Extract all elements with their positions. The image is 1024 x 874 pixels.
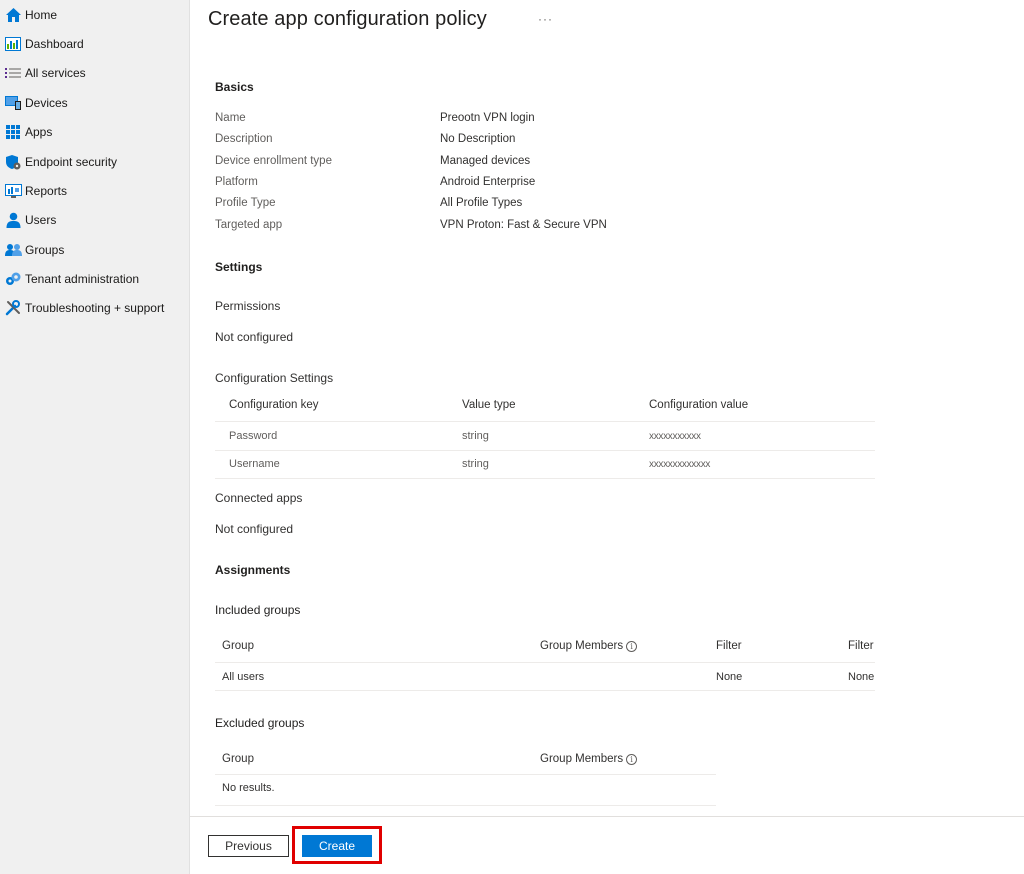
sidebar-item-label: Reports: [25, 184, 68, 198]
column-header-label: Group Members: [540, 753, 624, 765]
sidebar-item-tenant-administration[interactable]: Tenant administration: [0, 268, 189, 290]
config-value-cell: xxxxxxxxxxx: [649, 431, 701, 442]
value-type-cell: string: [462, 458, 489, 470]
basics-targeted-app-label: Targeted app: [215, 219, 283, 231]
basics-enrollment-value: Managed devices: [440, 155, 531, 167]
sidebar-item-label: All services: [25, 66, 86, 80]
basics-heading: Basics: [215, 80, 254, 94]
column-header-filter-mode: Filter: [848, 640, 874, 652]
basics-enrollment-label: Device enrollment type: [215, 155, 332, 167]
sidebar-item-dashboard[interactable]: Dashboard: [0, 33, 189, 55]
user-icon: [4, 211, 22, 229]
apps-grid-icon: [4, 123, 22, 141]
sidebar-item-apps[interactable]: Apps: [0, 121, 189, 143]
filter-mode-cell: None: [848, 671, 875, 683]
info-icon[interactable]: i: [626, 754, 638, 765]
basics-targeted-app-value: VPN Proton: Fast & Secure VPN: [440, 219, 607, 231]
column-header-group-members: Group Members i: [540, 753, 638, 765]
configuration-settings-label: Configuration Settings: [215, 371, 334, 385]
dashboard-icon: [4, 35, 22, 53]
connected-apps-label: Connected apps: [215, 491, 303, 505]
config-value-cell: xxxxxxxxxxxxx: [649, 459, 711, 470]
row-divider: [215, 421, 875, 422]
column-header-group-members: Group Members i: [540, 640, 638, 652]
column-header-label: Group Members: [540, 640, 624, 652]
main-content: Create app configuration policy ··· Basi…: [190, 0, 1024, 874]
row-divider: [215, 805, 716, 806]
row-divider: [215, 690, 875, 691]
sidebar-item-label: Endpoint security: [25, 155, 118, 169]
basics-name-label: Name: [215, 112, 246, 124]
settings-heading: Settings: [215, 260, 263, 274]
column-header-configuration-value: Configuration value: [649, 399, 749, 411]
list-icon: [4, 64, 22, 82]
permissions-label: Permissions: [215, 299, 281, 313]
basics-profile-type-label: Profile Type: [215, 197, 276, 209]
page-title: Create app configuration policy: [208, 8, 487, 30]
connected-apps-value: Not configured: [215, 522, 294, 536]
create-button[interactable]: Create: [302, 835, 372, 857]
sidebar-item-label: Home: [25, 8, 58, 22]
permissions-value: Not configured: [215, 330, 294, 344]
sidebar-item-troubleshooting[interactable]: Troubleshooting + support: [0, 297, 189, 319]
devices-icon: [4, 94, 22, 112]
sidebar-item-label: Groups: [25, 243, 65, 257]
value-type-cell: string: [462, 430, 489, 442]
column-header-value-type: Value type: [462, 399, 516, 411]
sidebar-item-label: Dashboard: [25, 37, 84, 51]
sidebar-item-groups[interactable]: Groups: [0, 239, 189, 261]
sidebar-item-label: Apps: [25, 125, 53, 139]
shield-icon: [4, 153, 22, 171]
basics-platform-value: Android Enterprise: [440, 176, 536, 188]
sidebar-item-reports[interactable]: Reports: [0, 180, 189, 202]
excluded-groups-heading: Excluded groups: [215, 716, 305, 730]
sidebar-item-endpoint-security[interactable]: Endpoint security: [0, 151, 189, 173]
row-divider: [215, 450, 875, 451]
sidebar-nav: Home Dashboard All services Devices Apps…: [0, 0, 190, 874]
basics-profile-type-value: All Profile Types: [440, 197, 523, 209]
sidebar-item-label: Troubleshooting + support: [25, 301, 165, 315]
column-header-filter: Filter: [716, 640, 742, 652]
previous-button[interactable]: Previous: [208, 835, 289, 857]
sidebar-item-users[interactable]: Users: [0, 209, 189, 231]
gear-icon: [4, 270, 22, 288]
row-divider: [215, 478, 875, 479]
filter-cell: None: [716, 671, 743, 683]
basics-platform-label: Platform: [215, 176, 258, 188]
sidebar-item-label: Users: [25, 213, 57, 227]
sidebar-item-label: Tenant administration: [25, 272, 140, 286]
included-groups-heading: Included groups: [215, 603, 301, 617]
column-header-configuration-key: Configuration key: [229, 399, 319, 411]
more-options-button[interactable]: ···: [538, 12, 553, 26]
assignments-heading: Assignments: [215, 563, 291, 577]
row-divider: [215, 662, 875, 663]
home-icon: [4, 6, 22, 24]
config-key-cell: Username: [229, 458, 280, 470]
basics-description-value: No Description: [440, 133, 516, 145]
sidebar-item-all-services[interactable]: All services: [0, 62, 189, 84]
config-key-cell: Password: [229, 430, 278, 442]
sidebar-item-home[interactable]: Home: [0, 4, 189, 26]
info-icon[interactable]: i: [626, 641, 638, 652]
row-divider: [215, 774, 716, 775]
basics-name-value: Preootn VPN login: [440, 112, 535, 124]
basics-description-label: Description: [215, 133, 273, 145]
wrench-icon: [4, 299, 22, 317]
reports-icon: [4, 182, 22, 200]
group-cell: All users: [222, 671, 265, 683]
sidebar-item-devices[interactable]: Devices: [0, 92, 189, 114]
column-header-group: Group: [222, 640, 254, 652]
column-header-group: Group: [222, 753, 254, 765]
groups-icon: [4, 241, 22, 259]
no-results-text: No results.: [222, 782, 275, 794]
sidebar-item-label: Devices: [25, 96, 68, 110]
footer-divider: [190, 816, 1024, 817]
